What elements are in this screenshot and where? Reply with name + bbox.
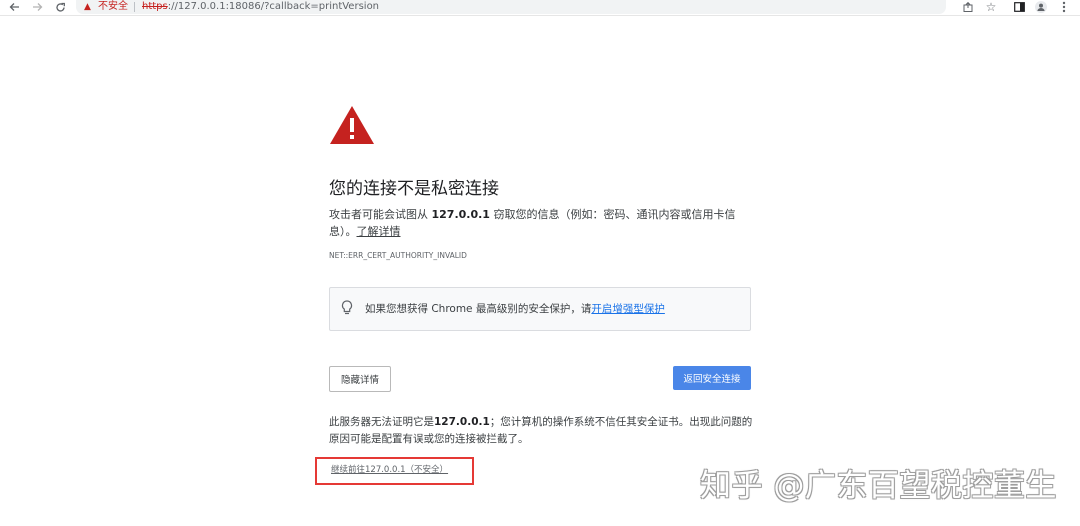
enable-enhanced-protection-link[interactable]: 开启增强型保护 (591, 303, 665, 315)
proceed-unsafe-link[interactable]: 继续前往127.0.0.1（不安全） (331, 459, 448, 482)
share-icon[interactable] (961, 0, 975, 14)
warning-triangle-icon[interactable]: ▲ (84, 0, 91, 14)
reload-icon[interactable] (53, 0, 67, 14)
profile-avatar-icon[interactable] (1034, 0, 1048, 14)
enhanced-protection-banner: 如果您想获得 Chrome 最高级别的安全保护，请开启增强型保护 (329, 287, 751, 331)
address-bar[interactable]: ▲ 不安全 https://127.0.0.1:18086/?callback=… (76, 0, 996, 14)
large-warning-triangle-icon (329, 105, 375, 145)
enhanced-text-label: 如果您想获得 Chrome 最高级别的安全保护，请 (365, 303, 592, 315)
back-to-safety-button[interactable]: 返回安全连接 (673, 366, 751, 390)
lightbulb-icon (341, 300, 353, 316)
error-code: NET::ERR_CERT_AUTHORITY_INVALID (329, 251, 467, 260)
url-rest: ://127.0.0.1:18086/?callback=printVersio… (167, 1, 380, 12)
url-scheme: https (142, 1, 168, 12)
warning-description: 攻击者可能会试图从 127.0.0.1 窃取您的信息（例如：密码、通讯内容或信用… (329, 206, 753, 240)
kebab-menu-icon[interactable] (1057, 0, 1071, 14)
security-status-label[interactable]: 不安全 (98, 0, 128, 14)
url-text[interactable]: https://127.0.0.1:18086/?callback=printV… (142, 0, 379, 14)
desc-text-before: 攻击者可能会试图从 (329, 208, 432, 221)
details-text-before: 此服务器无法证明它是 (329, 416, 434, 428)
watermark-text: 知乎 @广东百望税控董生 (700, 468, 1057, 504)
details-host: 127.0.0.1 (434, 416, 490, 428)
certificate-details-text: 此服务器无法证明它是127.0.0.1；您计算机的操作系统不信任其安全证书。出现… (329, 414, 753, 448)
forward-arrow-icon[interactable] (30, 0, 44, 14)
bookmark-star-icon[interactable]: ☆ (984, 0, 998, 14)
back-arrow-icon[interactable] (7, 0, 21, 14)
browser-toolbar: ▲ 不安全 https://127.0.0.1:18086/?callback=… (0, 0, 1080, 16)
hide-details-button[interactable]: 隐藏详情 (329, 366, 391, 392)
learn-more-link[interactable]: 了解详情 (357, 225, 401, 238)
enhanced-protection-text: 如果您想获得 Chrome 最高级别的安全保护，请开启增强型保护 (365, 288, 665, 330)
omnibox-divider (134, 2, 135, 12)
side-panel-icon[interactable] (1012, 0, 1026, 14)
page-title: 您的连接不是私密连接 (329, 179, 499, 199)
highlight-box: 继续前往127.0.0.1（不安全） (315, 457, 474, 485)
desc-host: 127.0.0.1 (431, 208, 490, 221)
